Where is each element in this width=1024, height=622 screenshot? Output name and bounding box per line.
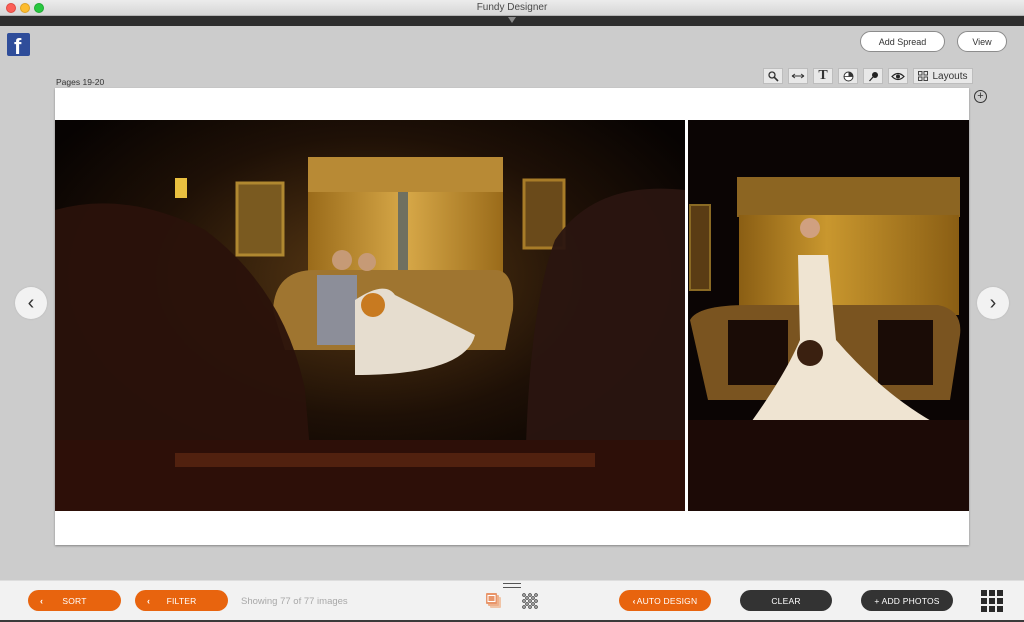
drag-handle-icon[interactable] (503, 583, 521, 588)
pie-icon[interactable] (838, 68, 858, 84)
clear-button[interactable]: CLEAR (740, 590, 832, 611)
pin-icon[interactable] (863, 68, 883, 84)
left-photo-image (55, 120, 685, 511)
bottom-bar: ‹ SORT ‹ FILTER Showing 77 of 77 images … (0, 580, 1024, 620)
chevron-right-icon: › (989, 291, 997, 314)
layouts-button[interactable]: Layouts (913, 68, 973, 84)
filter-button[interactable]: ‹ FILTER (135, 590, 228, 611)
layouts-grid-icon (918, 71, 929, 81)
zoom-in-icon[interactable]: + (974, 90, 987, 103)
arrow-width-icon[interactable] (788, 68, 808, 84)
window-title: Fundy Designer (476, 2, 548, 13)
chevron-left-icon: ‹ (27, 291, 35, 314)
sort-button[interactable]: ‹ SORT (28, 590, 121, 611)
left-photo[interactable] (55, 120, 685, 511)
collapse-bar[interactable] (0, 16, 1024, 26)
photo-stack-icon[interactable] (485, 592, 503, 610)
chevron-left-icon: ‹ (632, 595, 636, 606)
text-icon[interactable]: T (813, 68, 833, 84)
collapse-triangle-icon[interactable] (508, 17, 516, 23)
magnifier-icon[interactable] (763, 68, 783, 84)
right-photo[interactable] (688, 120, 969, 511)
chevron-left-icon: ‹ (40, 595, 44, 606)
spread-toolbar: T Layouts (763, 68, 973, 84)
view-button[interactable]: View (957, 31, 1007, 52)
facebook-icon[interactable]: f (7, 33, 30, 56)
grid-view-icon[interactable] (981, 590, 1003, 612)
auto-design-button[interactable]: ‹ AUTO DESIGN (619, 590, 711, 611)
album-spread[interactable] (55, 88, 969, 545)
title-bar: Fundy Designer (0, 0, 1024, 16)
next-spread-button[interactable]: › (977, 287, 1009, 319)
pages-label: Pages 19-20 (56, 77, 105, 87)
add-photos-button[interactable]: + ADD PHOTOS (861, 590, 953, 611)
image-count-text: Showing 77 of 77 images (241, 596, 348, 607)
chevron-left-icon: ‹ (147, 595, 151, 606)
eye-icon[interactable] (888, 68, 908, 84)
checker-pattern-icon[interactable] (521, 592, 539, 610)
previous-spread-button[interactable]: ‹ (15, 287, 47, 319)
add-spread-button[interactable]: Add Spread (860, 31, 945, 52)
right-photo-image (688, 120, 969, 511)
